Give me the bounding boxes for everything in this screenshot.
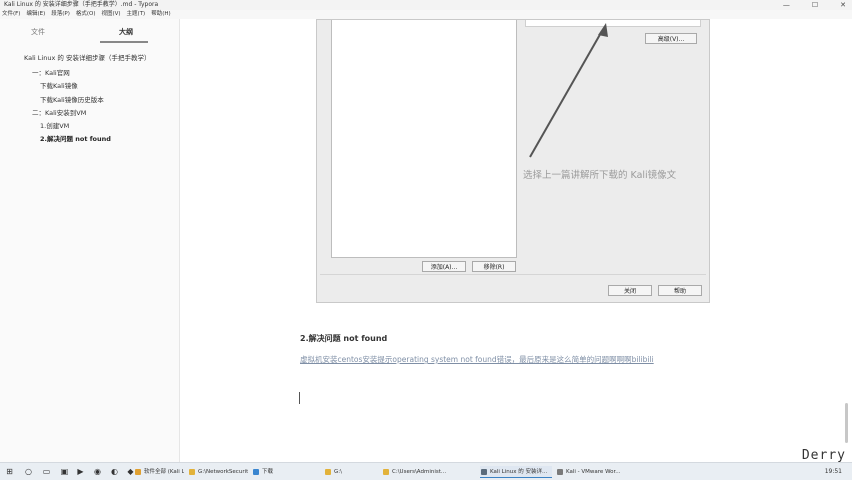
outline-item-not-found[interactable]: 2.解决问题 not found <box>40 133 111 143</box>
outline-item-download-image[interactable]: 下载Kali镜像 <box>40 80 78 90</box>
taskbar-item-vmware[interactable]: Kali - VMware Wor... <box>556 466 628 478</box>
taskbar-item-g-drive[interactable]: G:\ <box>324 466 374 478</box>
outline-item-doc-title[interactable]: Kali Linux 的 安装详细步骤（手把手教学） <box>24 52 150 62</box>
system-clock: 19:51 <box>824 468 842 475</box>
active-tab-indicator <box>100 41 148 43</box>
maximize-button[interactable]: ☐ <box>812 0 818 10</box>
advanced-button[interactable]: 高级(V)... <box>645 33 697 44</box>
menu-paragraph[interactable]: 段落(P) <box>51 10 70 19</box>
dialog-close-button[interactable]: 关闭 <box>608 285 652 296</box>
window-title: Kali Linux 的 安装详细步骤（手把手教学）.md - Typora <box>4 1 159 8</box>
menu-file[interactable]: 文件(F) <box>2 10 20 19</box>
menu-edit[interactable]: 编辑(E) <box>26 10 45 19</box>
tab-outline[interactable]: 大纲 <box>119 27 133 37</box>
annotation-arrow <box>529 23 608 158</box>
embedded-screenshot: 高级(V)... 添加(A)... 移除(R) 关闭 帮助 <box>316 19 710 303</box>
search-icon[interactable]: ○ <box>24 467 33 476</box>
outline-item-download-history[interactable]: 下载Kali镜像历史版本 <box>40 94 104 104</box>
menu-help[interactable]: 帮助(H) <box>151 10 170 19</box>
window-controls: — ☐ ✕ <box>783 0 846 10</box>
vertical-scrollbar[interactable] <box>845 403 848 443</box>
task-view-icon[interactable]: ▭ <box>42 467 51 476</box>
text-cursor <box>299 392 300 404</box>
outline-item-create-vm[interactable]: 1.创建VM <box>40 120 69 130</box>
taskbar-item-typora[interactable]: Kali Linux 的 安装详... <box>480 466 552 478</box>
app-icon-2[interactable]: ◐ <box>110 467 119 476</box>
tab-files[interactable]: 文件 <box>31 27 45 37</box>
menu-view[interactable]: 视图(V) <box>101 10 120 19</box>
section-heading: 2.解决问题 not found <box>300 334 388 343</box>
app-icon[interactable]: ◉ <box>93 467 102 476</box>
add-button[interactable]: 添加(A)... <box>422 261 466 272</box>
windows-start-icon[interactable]: ⊞ <box>5 467 14 476</box>
outline-item-kali-site[interactable]: 一：Kali官网 <box>32 67 70 77</box>
taskbar-item-downloads[interactable]: 下载 <box>252 466 306 478</box>
annotation-text: 选择上一篇讲解所下载的 Kali镜像文 <box>523 170 677 181</box>
menu-theme[interactable]: 主题(T) <box>127 10 146 19</box>
sidebar: 文件 大纲 Kali Linux 的 安装详细步骤（手把手教学） 一：Kali官… <box>0 19 180 462</box>
menu-format[interactable]: 格式(O) <box>76 10 96 19</box>
taskbar-item-software[interactable]: 软件全部 (Kali Linux.. <box>134 466 184 478</box>
dialog-separator <box>320 274 706 275</box>
outline-item-install-vm[interactable]: 二：Kali安装到VM <box>32 107 86 117</box>
menu-bar: 文件(F) 编辑(E) 段落(P) 格式(O) 视图(V) 主题(T) 帮助(H… <box>0 10 852 19</box>
hardware-list-panel <box>331 20 517 258</box>
reference-link[interactable]: 虚拟机安装centos安装提示operating system not foun… <box>300 354 654 365</box>
sidebar-tabs: 文件 大纲 <box>0 27 179 41</box>
taskbar: ⊞ ○ ▭ ▣ ▶ ◉ ◐ ◆ 软件全部 (Kali Linux.. G:\Ne… <box>0 462 852 480</box>
close-window-button[interactable]: ✕ <box>840 0 846 10</box>
media-player-icon[interactable]: ▣ <box>60 467 69 476</box>
watermark: Derry <box>801 448 846 463</box>
minimize-button[interactable]: — <box>783 0 790 10</box>
play-icon[interactable]: ▶ <box>76 467 85 476</box>
title-bar: Kali Linux 的 安装详细步骤（手把手教学）.md - Typora —… <box>0 0 852 10</box>
taskbar-item-network-folder[interactable]: G:\NetworkSecurit... <box>188 466 248 478</box>
taskbar-item-users-folder[interactable]: C:\Users\Administ... <box>382 466 466 478</box>
dialog-help-button[interactable]: 帮助 <box>658 285 702 296</box>
remove-button[interactable]: 移除(R) <box>472 261 516 272</box>
